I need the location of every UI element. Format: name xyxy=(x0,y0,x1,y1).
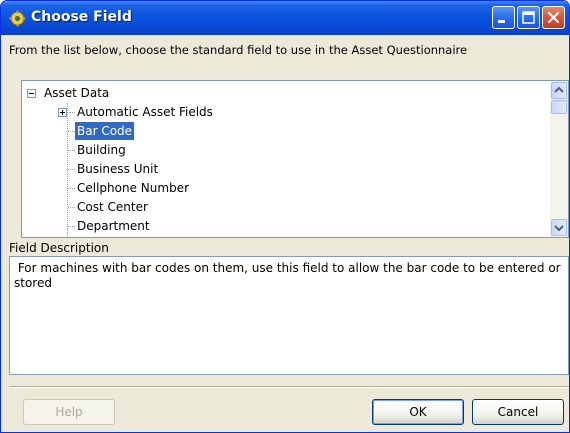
scroll-down-button[interactable] xyxy=(551,219,567,236)
choose-field-dialog: Choose Field From the list below, choose… xyxy=(0,0,570,433)
minimize-icon xyxy=(498,20,505,23)
scroll-down-arrow-icon xyxy=(554,225,564,232)
tree-row-asset-data[interactable]: Asset Data xyxy=(22,84,542,103)
cancel-button[interactable]: Cancel xyxy=(472,399,564,425)
tree-item[interactable]: Department xyxy=(22,217,542,236)
minimize-button[interactable] xyxy=(492,6,515,29)
maximize-button[interactable] xyxy=(517,6,540,29)
tree-item-label[interactable]: Automatic Asset Fields xyxy=(75,103,215,121)
ok-button[interactable]: OK xyxy=(372,399,464,425)
divider xyxy=(9,386,569,388)
window-title: Choose Field xyxy=(31,9,132,25)
expand-icon[interactable] xyxy=(58,108,67,117)
tree-label-root[interactable]: Asset Data xyxy=(42,84,111,102)
close-icon xyxy=(547,11,560,24)
collapse-icon[interactable] xyxy=(27,89,36,98)
tree-item[interactable]: Cost Center xyxy=(22,198,542,217)
field-tree[interactable]: Asset Data Automatic Asset Fields Bar Co… xyxy=(21,80,569,238)
app-gear-icon xyxy=(9,10,26,27)
maximize-icon xyxy=(522,11,535,24)
tree-item-label[interactable]: Department xyxy=(75,217,152,235)
scroll-thumb[interactable] xyxy=(551,100,567,114)
tree-item[interactable]: Business Unit xyxy=(22,160,542,179)
instructions-text: From the list below, choose the standard… xyxy=(9,43,468,57)
tree-item[interactable]: Automatic Asset Fields xyxy=(22,103,542,122)
scroll-up-button[interactable] xyxy=(551,82,567,99)
tree-item[interactable]: Building xyxy=(22,141,542,160)
field-description-text: For machines with bar codes on them, use… xyxy=(14,261,565,290)
help-button[interactable]: Help xyxy=(23,399,115,425)
tree-item[interactable]: Cellphone Number xyxy=(22,179,542,198)
field-description-label: Field Description xyxy=(9,241,109,255)
tree-item-label[interactable]: Cost Center xyxy=(75,198,150,216)
scroll-up-arrow-icon xyxy=(554,86,564,93)
tree-item-label-selected[interactable]: Bar Code xyxy=(75,122,135,140)
tree-item-label[interactable]: Building xyxy=(75,141,128,159)
tree-item-label[interactable]: Business Unit xyxy=(75,160,160,178)
tree-item-label[interactable]: Cellphone Number xyxy=(75,179,191,197)
close-button[interactable] xyxy=(542,6,565,29)
tree-item[interactable]: Bar Code xyxy=(22,122,542,141)
field-description-box: For machines with bar codes on them, use… xyxy=(9,256,569,375)
title-bar[interactable]: Choose Field xyxy=(1,1,569,35)
tree-scrollbar[interactable] xyxy=(550,81,568,237)
